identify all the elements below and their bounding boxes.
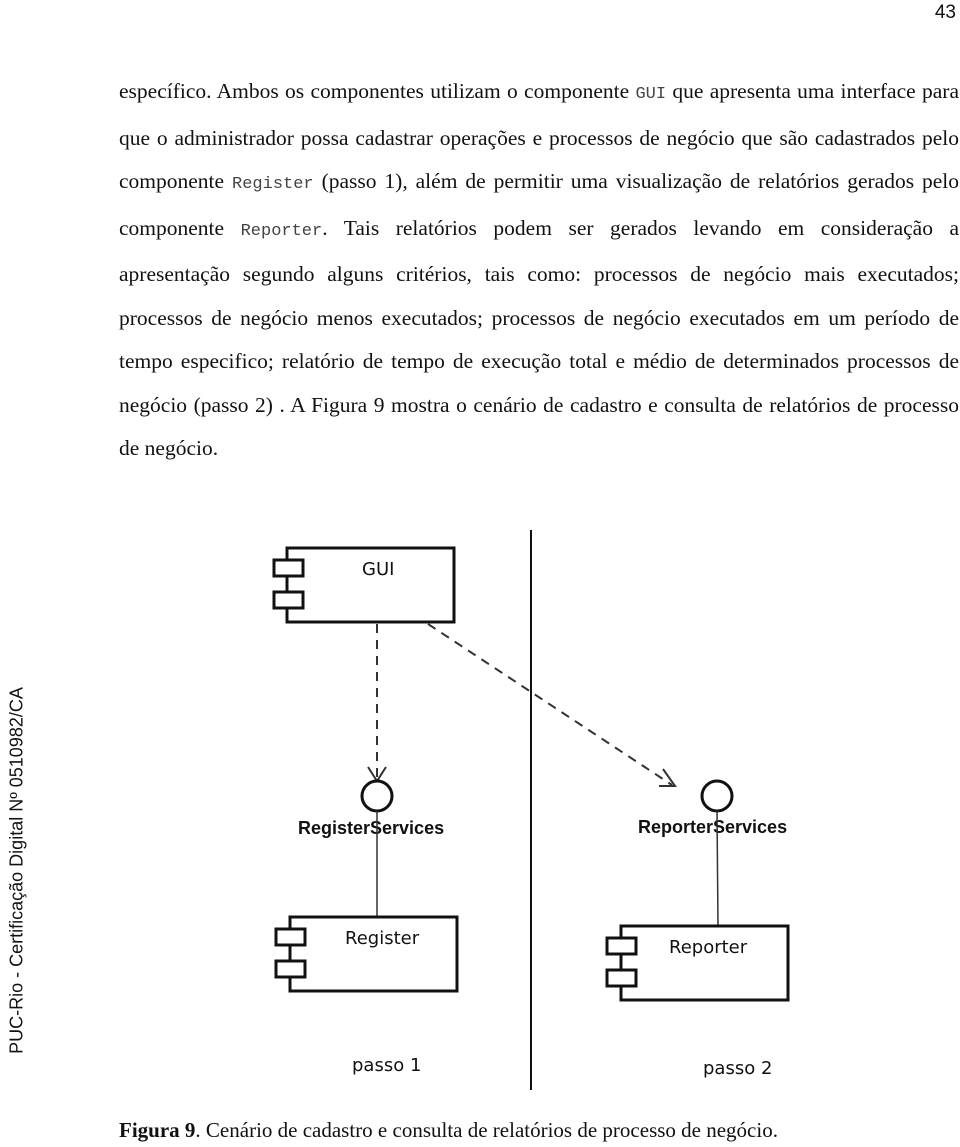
step2-label: passo 2 bbox=[703, 1058, 772, 1079]
reporter-services-label: ReporterServices bbox=[638, 817, 787, 837]
figure-caption: Figura 9. Cenário de cadastro e consulta… bbox=[119, 1118, 778, 1143]
reporter-services-interface bbox=[700, 779, 734, 813]
component-icon bbox=[605, 936, 638, 956]
connector bbox=[716, 810, 719, 927]
caption-label: Figura 9 bbox=[119, 1118, 196, 1142]
component-diagram: .lbl { font-family:"DejaVu Sans", sans-s… bbox=[272, 530, 790, 1090]
step1-label: passo 1 bbox=[352, 1055, 421, 1076]
register-services-label: RegisterServices bbox=[298, 818, 444, 838]
register-component: Register bbox=[274, 915, 459, 993]
component-icon bbox=[272, 558, 305, 578]
reporter-component: Reporter bbox=[605, 924, 790, 1002]
gui-label: GUI bbox=[362, 559, 394, 580]
component-icon bbox=[605, 968, 638, 988]
component-icon bbox=[274, 927, 307, 947]
caption-text: . Cenário de cadastro e consulta de rela… bbox=[195, 1118, 778, 1142]
component-icon bbox=[274, 959, 307, 979]
reporter-label: Reporter bbox=[669, 937, 748, 958]
component-icon bbox=[272, 590, 305, 610]
register-services-interface bbox=[360, 779, 394, 813]
dependency-gui-reporter bbox=[427, 623, 673, 786]
register-label: Register bbox=[345, 928, 420, 949]
gui-component: GUI bbox=[272, 546, 456, 624]
